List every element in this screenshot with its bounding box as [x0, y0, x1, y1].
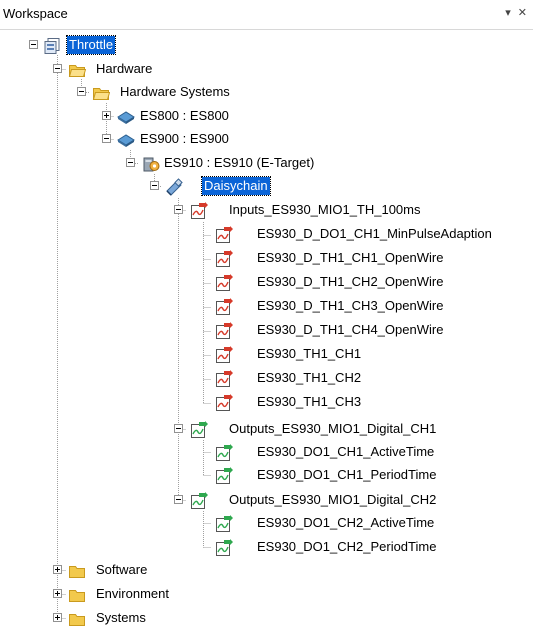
tree-label-outputs-group-ch1: Outputs_ES930_MIO1_Digital_CH1 [229, 421, 437, 436]
collapse-toggle[interactable] [77, 87, 86, 96]
workspace-icon [44, 38, 60, 54]
input-signal-icon [216, 394, 233, 411]
collapse-toggle[interactable] [126, 158, 135, 167]
collapse-toggle[interactable] [174, 205, 183, 214]
tree-label-output-signal: ES930_DO1_CH2_ActiveTime [257, 515, 435, 530]
tree-label-environment: Environment [96, 586, 169, 601]
tree-label-input-signal: ES930_D_TH1_CH4_OpenWire [257, 322, 444, 337]
tree-label-output-signal: ES930_DO1_CH1_PeriodTime [257, 467, 437, 482]
collapse-toggle[interactable] [174, 495, 183, 504]
tree-label-output-signal: ES930_DO1_CH1_ActiveTime [257, 444, 435, 459]
input-signal-icon [216, 226, 233, 243]
folder-icon [68, 65, 86, 77]
output-signal-icon [216, 515, 233, 532]
collapse-toggle[interactable] [174, 424, 183, 433]
output-signal-group-icon [191, 492, 208, 509]
output-signal-icon [216, 539, 233, 556]
output-signal-group-icon [191, 421, 208, 438]
folder-icon [69, 566, 85, 578]
tree-label-hardware: Hardware [96, 61, 153, 76]
expand-toggle[interactable] [53, 613, 62, 622]
tree-label-input-signal: ES930_D_TH1_CH3_OpenWire [257, 298, 444, 313]
input-signal-group-icon [191, 202, 208, 219]
output-signal-icon [216, 444, 233, 461]
folder-icon [92, 88, 110, 100]
input-signal-icon [216, 274, 233, 291]
tree-label-software: Software [96, 562, 148, 577]
ecu-target-icon [143, 157, 160, 172]
workspace-header: Workspace ▾ ✕ [0, 0, 533, 30]
tree-label-es900: ES900 : ES900 [140, 131, 229, 146]
tree-label-throttle: Throttle [65, 35, 117, 55]
tree-label-input-signal: ES930_D_DO1_CH1_MinPulseAdaption [257, 226, 492, 241]
expand-toggle[interactable] [53, 565, 62, 574]
tree-label-input-signal: ES930_TH1_CH2 [257, 370, 362, 385]
output-signal-icon [216, 467, 233, 484]
tree-label-input-signal: ES930_TH1_CH3 [257, 394, 362, 409]
tree-label-daisychain: Daisychain [201, 176, 271, 196]
collapse-toggle[interactable] [102, 134, 111, 143]
panel-controls[interactable]: ▾ ✕ [505, 6, 529, 19]
tree-label-input-signal: ES930_D_TH1_CH1_OpenWire [257, 250, 444, 265]
tree-label-input-signal: ES930_D_TH1_CH2_OpenWire [257, 274, 444, 289]
input-signal-icon [216, 298, 233, 315]
tree-label-hardware-systems: Hardware Systems [120, 84, 230, 99]
input-signal-icon [216, 250, 233, 267]
input-signal-icon [216, 322, 233, 339]
input-signal-icon [216, 346, 233, 363]
collapse-toggle[interactable] [150, 181, 159, 190]
tree-label-es800: ES800 : ES800 [140, 108, 229, 123]
workspace-tree[interactable]: Throttle Hardware Hardware Systems ES800… [0, 30, 533, 626]
tree-label-outputs-group-ch2: Outputs_ES930_MIO1_Digital_CH2 [229, 492, 437, 507]
tree-label-inputs-group: Inputs_ES930_MIO1_TH_100ms [229, 202, 421, 217]
hardware-module-icon [117, 134, 135, 147]
tree-label-output-signal: ES930_DO1_CH2_PeriodTime [257, 539, 437, 554]
folder-icon [69, 590, 85, 602]
workspace-title: Workspace [3, 6, 68, 21]
tree-label-systems: Systems [96, 610, 146, 625]
hardware-module-icon [117, 111, 135, 124]
input-signal-icon [216, 370, 233, 387]
expand-toggle[interactable] [53, 589, 62, 598]
daisychain-icon [166, 178, 183, 196]
collapse-toggle[interactable] [29, 40, 38, 49]
expand-toggle[interactable] [102, 111, 111, 120]
tree-label-input-signal: ES930_TH1_CH1 [257, 346, 362, 361]
folder-icon [69, 614, 85, 626]
collapse-toggle[interactable] [53, 64, 62, 73]
tree-label-es910: ES910 : ES910 (E-Target) [164, 155, 315, 170]
